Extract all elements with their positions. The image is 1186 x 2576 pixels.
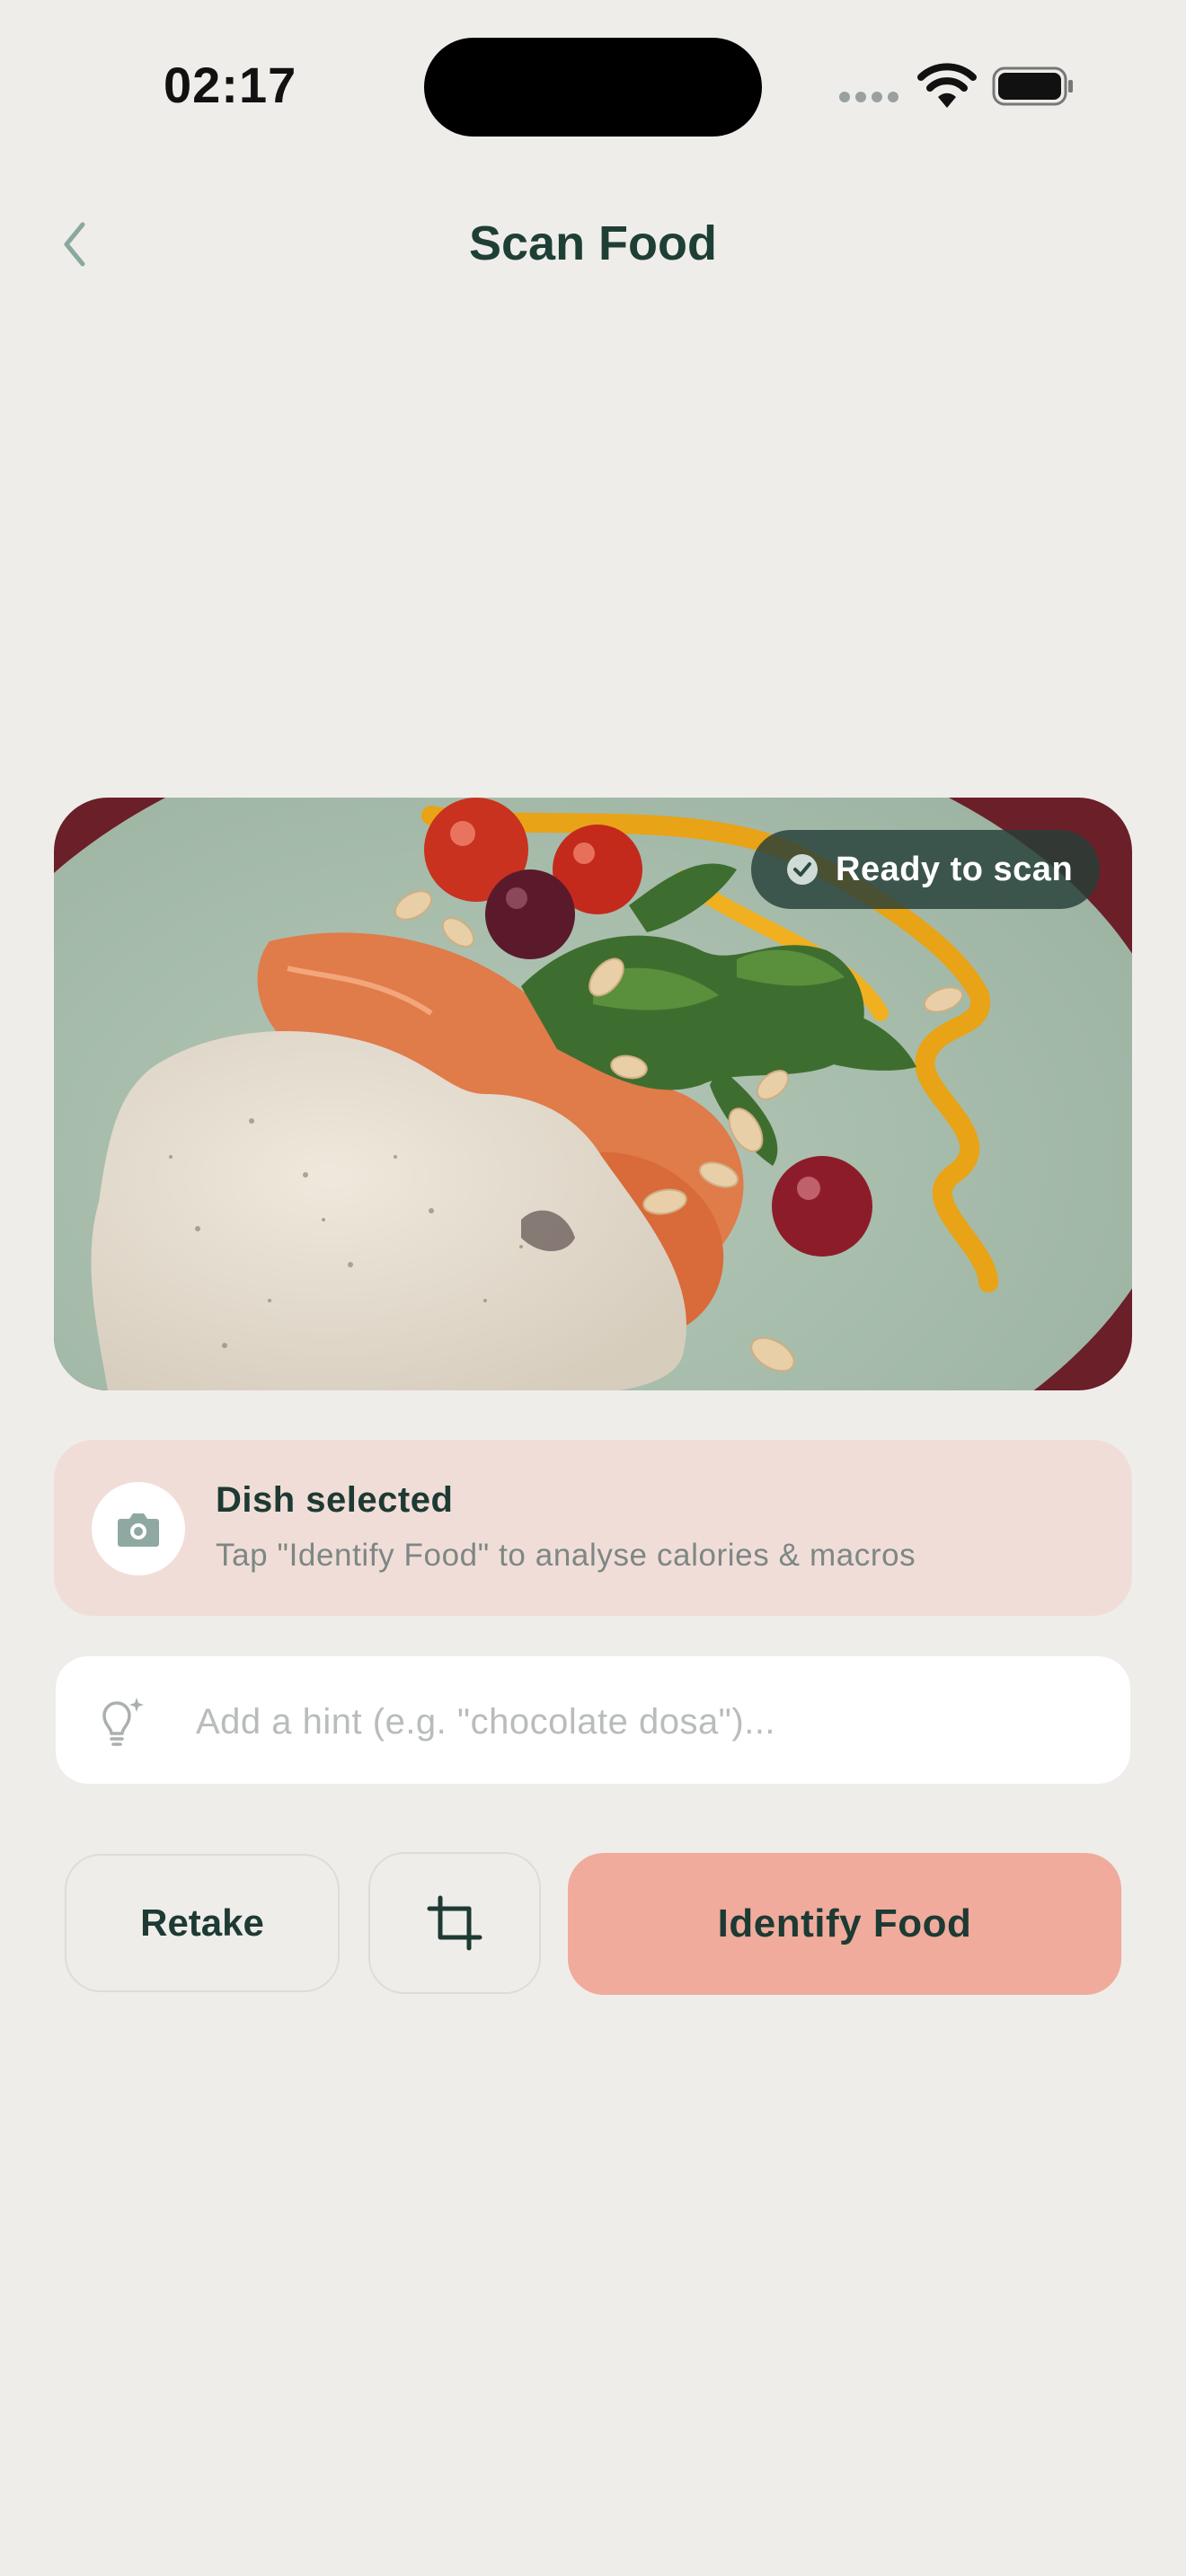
lightbulb-sparkle-icon [90, 1692, 147, 1750]
wifi-icon [916, 63, 978, 110]
ready-status-badge: Ready to scan [751, 830, 1100, 909]
page-title: Scan Food [468, 216, 717, 270]
identify-food-button[interactable]: Identify Food [568, 1853, 1121, 1995]
camera-icon [118, 1513, 159, 1547]
status-bar-time: 02:17 [164, 57, 297, 113]
info-card-title: Dish selected [216, 1480, 454, 1520]
dish-selected-card [54, 1440, 1132, 1616]
dynamic-island [424, 38, 762, 137]
camera-icon-circle [92, 1482, 185, 1575]
cellular-signal-icon [839, 92, 902, 104]
crop-icon [427, 1895, 482, 1951]
retake-button[interactable]: Retake [65, 1854, 340, 1992]
crop-button[interactable] [368, 1852, 541, 1994]
ready-badge-label: Ready to scan [836, 850, 1074, 888]
check-circle-icon [787, 854, 818, 885]
hint-input[interactable] [194, 1681, 1105, 1762]
battery-icon [992, 65, 1075, 108]
info-card-subtitle: Tap "Identify Food" to analyse calories … [216, 1538, 916, 1573]
